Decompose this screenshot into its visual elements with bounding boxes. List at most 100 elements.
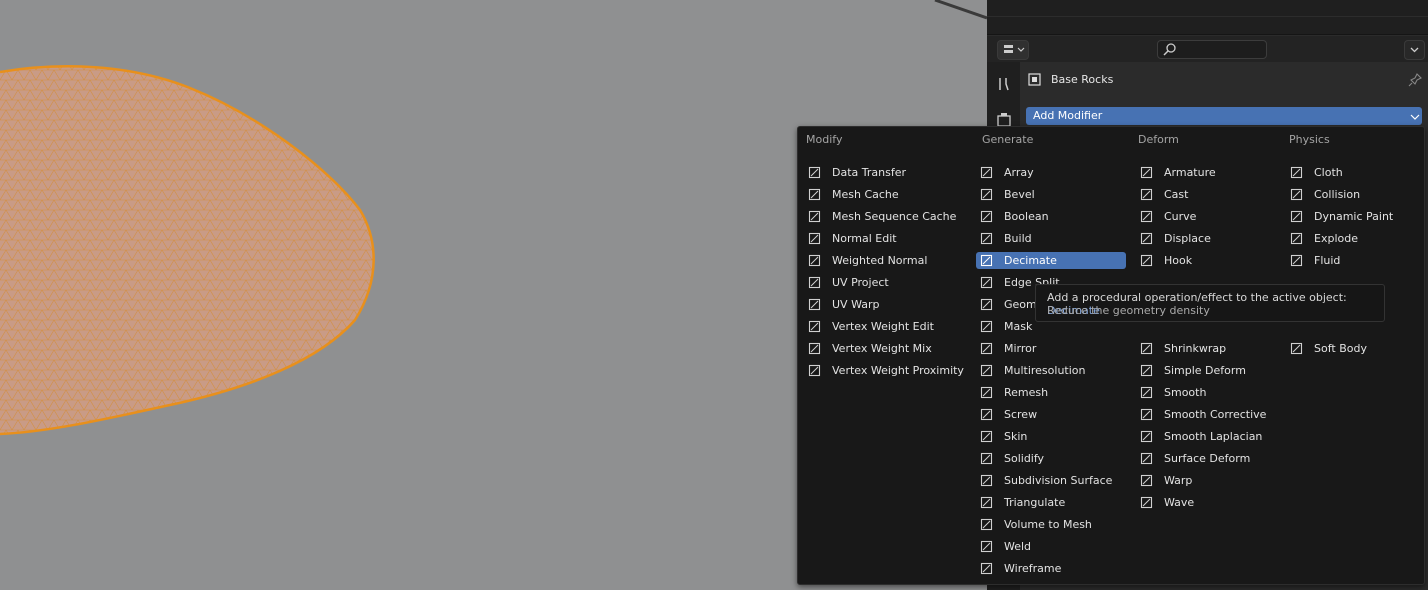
add-modifier-button[interactable]: Add Modifier [1026,107,1422,125]
menu-item-label: Bevel [1004,188,1035,201]
tooltip: Add a procedural operation/effect to the… [1035,284,1385,322]
menu-item-collision[interactable]: Collision [1286,186,1418,203]
menu-item-cloth[interactable]: Cloth [1286,164,1418,181]
soft-body-icon [1290,342,1303,355]
menu-item-armature[interactable]: Armature [1136,164,1282,181]
mesh-sequence-cache-icon [808,210,821,223]
pin-icon[interactable] [1407,72,1423,88]
menu-item-wave[interactable]: Wave [1136,494,1282,511]
uv-warp-icon [808,298,821,311]
menu-item-uv-project[interactable]: UV Project [804,274,972,291]
menu-item-label: Weighted Normal [832,254,928,267]
weighted-normal-icon [808,254,821,267]
menu-item-explode[interactable]: Explode [1286,230,1418,247]
menu-item-label: Surface Deform [1164,452,1251,465]
object-header: Base Rocks [1023,68,1423,92]
simple-deform-icon [1140,364,1153,377]
menu-item-wireframe[interactable]: Wireframe [976,560,1126,577]
menu-item-array[interactable]: Array [976,164,1126,181]
subdivision-surface-icon [980,474,993,487]
menu-item-label: Build [1004,232,1032,245]
smooth-icon [1140,408,1153,421]
menu-item-subdivision-surface[interactable]: Subdivision Surface [976,472,1126,489]
menu-item-label: Array [1004,166,1034,179]
tool-icon[interactable] [996,76,1012,92]
menu-item-data-transfer[interactable]: Data Transfer [804,164,972,181]
menu-item-label: Triangulate [1004,496,1066,509]
menu-item-label: Shrinkwrap [1164,342,1227,355]
collision-icon [1290,188,1303,201]
mesh-object-icon [1028,73,1041,86]
warp-icon [1140,474,1153,487]
menu-item-simple-deform[interactable]: Simple Deform [1136,362,1282,379]
column-heading-physics: Physics [1289,133,1330,146]
menu-item-bevel[interactable]: Bevel [976,186,1126,203]
cloth-icon [1290,166,1303,179]
menu-item-label: Smooth Laplacian [1164,430,1263,443]
armature-icon [1140,166,1153,179]
boolean-icon [980,210,993,223]
menu-item-hook[interactable]: Hook [1136,252,1282,269]
menu-item-label: Smooth [1164,386,1207,399]
menu-item-soft-body[interactable]: Soft Body [1286,340,1418,357]
menu-item-vertex-weight-mix[interactable]: Vertex Weight Mix [804,340,972,357]
menu-item-volume-to-mesh[interactable]: Volume to Mesh [976,516,1126,533]
menu-item-label: Curve [1164,210,1197,223]
menu-item-weighted-normal[interactable]: Weighted Normal [804,252,972,269]
menu-item-label: Decimate [1004,254,1057,267]
menu-item-uv-warp[interactable]: UV Warp [804,296,972,313]
menu-item-label: Simple Deform [1164,364,1246,377]
menu-item-displace[interactable]: Displace [1136,230,1282,247]
menu-item-smooth-laplacian[interactable]: Smooth Laplacian [1136,428,1282,445]
menu-item-mesh-cache[interactable]: Mesh Cache [804,186,972,203]
menu-item-screw[interactable]: Screw [976,406,1126,423]
search-input[interactable] [1157,40,1267,59]
menu-item-label: Vertex Weight Mix [832,342,932,355]
column-heading-modify: Modify [806,133,843,146]
remesh-icon [980,386,993,399]
menu-item-triangulate[interactable]: Triangulate [976,494,1126,511]
mask-icon [980,320,993,333]
menu-item-vertex-weight-proximity[interactable]: Vertex Weight Proximity [804,362,972,379]
smooth-icon [1140,430,1153,443]
menu-item-dynamic-paint[interactable]: Dynamic Paint [1286,208,1418,225]
options-dropdown-button[interactable] [1404,40,1425,60]
menu-item-solidify[interactable]: Solidify [976,450,1126,467]
editor-type-button[interactable] [997,40,1029,60]
geometry-nodes-icon [980,298,993,311]
menu-item-label: Warp [1164,474,1193,487]
column-heading-deform: Deform [1138,133,1179,146]
menu-item-cast[interactable]: Cast [1136,186,1282,203]
menu-item-fluid[interactable]: Fluid [1286,252,1418,269]
displace-icon [1140,232,1153,245]
menu-item-smooth[interactable]: Smooth [1136,384,1282,401]
menu-item-mirror[interactable]: Mirror [976,340,1126,357]
menu-item-shrinkwrap[interactable]: Shrinkwrap [1136,340,1282,357]
uv-project-icon [808,276,821,289]
weld-icon [980,540,993,553]
menu-item-boolean[interactable]: Boolean [976,208,1126,225]
menu-item-weld[interactable]: Weld [976,538,1126,555]
normal-edit-icon [808,232,821,245]
menu-item-label: Geom [1004,298,1037,311]
skin-icon [980,430,993,443]
vertex-weight-icon [808,342,821,355]
vertex-weight-icon [808,364,821,377]
menu-item-warp[interactable]: Warp [1136,472,1282,489]
menu-item-normal-edit[interactable]: Normal Edit [804,230,972,247]
explode-icon [1290,232,1303,245]
menu-item-build[interactable]: Build [976,230,1126,247]
menu-item-label: Boolean [1004,210,1049,223]
screw-icon [980,408,993,421]
menu-item-decimate[interactable]: Decimate [976,252,1126,269]
menu-item-label: Mesh Sequence Cache [832,210,957,223]
menu-item-remesh[interactable]: Remesh [976,384,1126,401]
menu-item-mesh-sequence-cache[interactable]: Mesh Sequence Cache [804,208,972,225]
editor-type-icon [1004,45,1025,53]
menu-item-curve[interactable]: Curve [1136,208,1282,225]
menu-item-smooth-corrective[interactable]: Smooth Corrective [1136,406,1282,423]
menu-item-skin[interactable]: Skin [976,428,1126,445]
menu-item-surface-deform[interactable]: Surface Deform [1136,450,1282,467]
menu-item-vertex-weight-edit[interactable]: Vertex Weight Edit [804,318,972,335]
menu-item-multiresolution[interactable]: Multiresolution [976,362,1126,379]
